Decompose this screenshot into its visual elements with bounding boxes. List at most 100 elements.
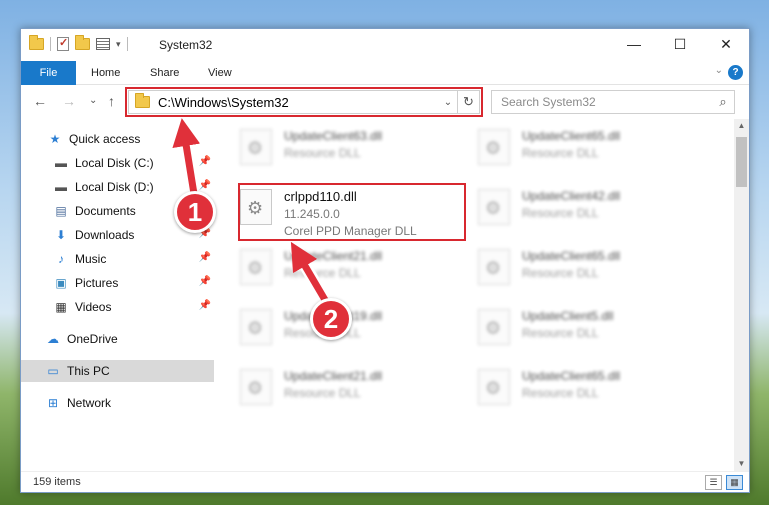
pin-icon[interactable]: 📌: [199, 180, 211, 191]
search-box[interactable]: Search System32 ⌕: [491, 90, 735, 114]
network-icon: ⊞: [47, 396, 59, 410]
file-tile[interactable]: UpdateClient21.dll Resource DLL: [234, 365, 464, 415]
dll-file-icon: [240, 309, 272, 345]
tiles-view-icon[interactable]: ▦: [726, 475, 743, 490]
step-2-badge: 2: [310, 298, 352, 340]
pictures-icon: ▣: [55, 276, 67, 290]
music-icon: ♪: [58, 252, 64, 266]
sidebar-item-label: Local Disk (D:): [75, 180, 154, 194]
sidebar-item-network[interactable]: ⊞ Network: [21, 392, 214, 414]
file-name: UpdateClient65.dll: [522, 129, 621, 143]
file-tile[interactable]: UpdateClient65.dll Resource DLL: [472, 245, 702, 295]
sidebar-item-videos[interactable]: ▦ Videos 📌: [21, 296, 214, 318]
up-button[interactable]: ↑: [108, 93, 115, 109]
file-info: UpdateClient65.dll Resource DLL: [522, 125, 620, 160]
dll-file-icon: [478, 189, 510, 225]
properties-icon[interactable]: [96, 38, 110, 50]
new-folder-icon[interactable]: [75, 35, 90, 50]
computer-icon: ▭: [47, 364, 59, 378]
qat-dropdown-icon[interactable]: ▾: [116, 39, 121, 50]
details-view-icon[interactable]: ☰: [705, 475, 722, 490]
file-tile[interactable]: UpdateClient65.dll Resource DLL: [472, 365, 702, 415]
sidebar-item-music[interactable]: ♪ Music 📌: [21, 248, 214, 270]
search-icon[interactable]: ⌕: [712, 94, 734, 110]
file-name: UpdateClient21.dll: [284, 369, 383, 383]
scroll-up-icon[interactable]: ▲: [734, 119, 749, 133]
sidebar-item-label: Videos: [75, 300, 112, 314]
caption-buttons: — ☐ ✕: [611, 29, 749, 59]
videos-icon: ▦: [55, 300, 67, 314]
sidebar-item-label: Documents: [75, 204, 136, 218]
sidebar-item-label: Network: [67, 396, 112, 410]
file-description: Resource DLL: [522, 146, 599, 160]
file-info: UpdateClient21.dll Resource DLL: [284, 245, 382, 280]
navigation-pane: ★ Quick access ▬ Local Disk (C:) 📌 ▬ Loc…: [21, 119, 214, 471]
item-count: 159 items: [33, 476, 81, 488]
file-description: Resource DLL: [522, 326, 599, 340]
sidebar-item-label: Pictures: [75, 276, 119, 290]
dll-file-icon: [240, 249, 272, 285]
dll-file-icon: [240, 369, 272, 405]
file-description: Resource DLL: [284, 386, 361, 400]
documents-icon: ▤: [55, 204, 67, 218]
dll-file-icon: [478, 129, 510, 165]
file-name: UpdateClient65.dll: [522, 249, 621, 263]
file-tile[interactable]: UpdateClient65.dll Resource DLL: [472, 125, 702, 175]
file-highlight-box: [238, 183, 466, 241]
file-tile[interactable]: UpdateClient42.dll Resource DLL: [472, 185, 702, 235]
file-info: UpdateClient63.dll Resource DLL: [284, 125, 382, 160]
pin-icon[interactable]: 📌: [199, 276, 211, 287]
file-tile[interactable]: UpdateClient5.dll Resource DLL: [472, 305, 702, 355]
dll-file-icon: [478, 249, 510, 285]
ribbon: File Home Share View ⌄ ?: [21, 61, 749, 85]
minimize-button[interactable]: —: [611, 29, 657, 59]
vertical-scrollbar[interactable]: ▲ ▼: [734, 119, 749, 471]
pin-icon[interactable]: 📌: [199, 252, 211, 263]
sidebar-item-quick-access[interactable]: ★ Quick access: [21, 128, 214, 150]
file-description: Resource DLL: [522, 386, 599, 400]
sidebar-item-label: Music: [75, 252, 107, 266]
tab-file[interactable]: File: [21, 61, 76, 85]
close-button[interactable]: ✕: [703, 29, 749, 59]
file-name: UpdateClient42.dll: [522, 189, 621, 203]
file-name: UpdateClient5.dll: [522, 309, 614, 323]
back-button[interactable]: ←: [33, 93, 47, 109]
step-1-badge: 1: [174, 191, 216, 233]
file-tile[interactable]: UpdateClient63.dll Resource DLL: [234, 125, 464, 175]
expand-ribbon-icon[interactable]: ⌄: [715, 65, 723, 76]
file-info: UpdateClient42.dll Resource DLL: [522, 185, 620, 220]
pin-icon[interactable]: 📌: [199, 156, 211, 167]
sidebar-item-local-disk-c[interactable]: ▬ Local Disk (C:) 📌: [21, 152, 214, 174]
pin-icon[interactable]: 📌: [199, 300, 211, 311]
sidebar-item-pictures[interactable]: ▣ Pictures 📌: [21, 272, 214, 294]
star-icon: ★: [49, 132, 61, 146]
drive-icon: ▬: [55, 180, 67, 194]
view-switcher: ☰ ▦: [705, 475, 743, 490]
file-description: Resource DLL: [522, 266, 599, 280]
recent-locations-button[interactable]: ⌄: [89, 95, 97, 106]
sidebar-item-onedrive[interactable]: ☁ OneDrive: [21, 328, 214, 350]
file-info: UpdateClient5.dll Resource DLL: [522, 305, 613, 340]
sidebar-item-label: Downloads: [75, 228, 135, 242]
quick-access-toolbar: ▾: [29, 35, 128, 51]
explorer-window: ▾ System32 — ☐ ✕ File Home Share View ⌄ …: [20, 28, 750, 493]
file-info: UpdateClient65.dll Resource DLL: [522, 365, 620, 400]
window-title: System32: [159, 38, 213, 52]
tab-share[interactable]: Share: [150, 61, 179, 85]
maximize-button[interactable]: ☐: [657, 29, 703, 59]
help-icon[interactable]: ?: [728, 65, 743, 80]
forward-button[interactable]: →: [62, 93, 76, 109]
file-list: UpdateClient63.dll Resource DLL crlppd11…: [214, 119, 734, 471]
tab-view[interactable]: View: [208, 61, 232, 85]
scroll-thumb[interactable]: [736, 137, 747, 187]
sidebar-item-this-pc[interactable]: ▭ This PC: [21, 360, 214, 382]
properties-check-icon[interactable]: [57, 36, 69, 51]
scroll-down-icon[interactable]: ▼: [734, 457, 749, 471]
title-bar: ▾ System32 — ☐ ✕: [21, 29, 749, 61]
tab-home[interactable]: Home: [91, 61, 120, 85]
file-tile[interactable]: UpdateClient21.dll Resource DLL: [234, 245, 464, 295]
cloud-icon: ☁: [47, 332, 59, 346]
dll-file-icon: [478, 369, 510, 405]
dll-file-icon: [240, 129, 272, 165]
search-input[interactable]: Search System32: [492, 95, 712, 109]
